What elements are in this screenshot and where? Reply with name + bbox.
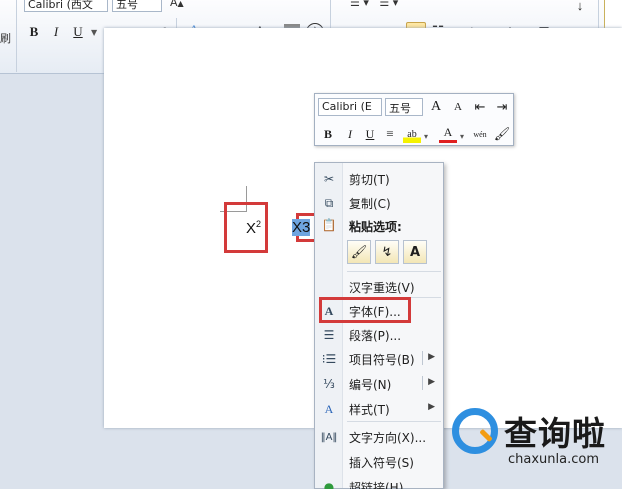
list-buttons-row[interactable]: ☰ ▾ ☰ ▾ (350, 0, 398, 9)
watermark-url: chaxunla.com (508, 452, 599, 467)
underline-button[interactable]: U (68, 22, 88, 42)
x2-base: X (246, 220, 257, 237)
mini-font-color-button[interactable]: A (439, 125, 457, 143)
menu-item-reconversion[interactable]: 汉字重选(V) (315, 275, 443, 297)
mini-decrease-indent-icon[interactable]: ⇤ (471, 98, 489, 116)
menu-split-divider (422, 351, 423, 365)
menu-separator (347, 421, 441, 422)
menu-split-divider (422, 376, 423, 390)
format-painter-label[interactable]: 刷 (0, 30, 11, 46)
submenu-arrow-icon: ▶ (428, 377, 435, 387)
menu-item-label: 编号(N) (349, 378, 392, 392)
clipboard-icon: 📋 (321, 218, 337, 232)
menu-item-copy[interactable]: ⧉ 复制(C) (315, 191, 443, 213)
mini-toolbar: Calibri (E 五号 A A ⇤ ⇥ B I U ≡ ab ▾ A ▾ w… (314, 93, 514, 146)
paste-keep-source-formatting-icon[interactable]: 🖌 (347, 240, 371, 264)
menu-separator (347, 271, 441, 272)
menu-item-numbering[interactable]: ⅓ 编号(N) ▶ (315, 372, 443, 394)
text-direction-icon: ‖A‖ (320, 431, 338, 443)
selected-text[interactable]: X3 (292, 219, 311, 236)
mini-font-size-combo[interactable]: 五号 (385, 98, 423, 116)
scissors-icon: ✂ (323, 172, 335, 186)
selected-text-sample[interactable]: X3 (292, 219, 311, 236)
menu-item-label: 项目符号(B) (349, 353, 415, 367)
search-logo-icon (452, 408, 498, 454)
mini-grow-font-button[interactable]: A (427, 98, 445, 116)
bullets-icon: ⁝☰ (321, 352, 337, 366)
menu-item-label: 段落(P)... (349, 329, 402, 343)
styles-icon: A (324, 401, 334, 416)
mini-font-name-combo[interactable]: Calibri (E (318, 98, 382, 116)
menu-item-label: 插入符号(S) (349, 456, 414, 470)
menu-item-label: 复制(C) (349, 197, 391, 211)
copy-icon: ⧉ (324, 195, 334, 210)
mini-font-color-dropdown-icon[interactable]: ▾ (460, 132, 464, 141)
menu-item-bullets[interactable]: ⁝☰ 项目符号(B) ▶ (315, 347, 443, 369)
mini-shrink-font-button[interactable]: A (449, 98, 467, 116)
x2-superscript: 2 (256, 219, 262, 229)
submenu-arrow-icon: ▶ (428, 402, 435, 412)
mini-phonetic-guide-button[interactable]: wén (471, 125, 489, 143)
menu-item-label: 超链接(H)... (349, 481, 415, 489)
font-size-combo[interactable]: 五号 (112, 0, 162, 12)
context-menu: ✂ 剪切(T) ⧉ 复制(C) 📋 粘贴选项: 🖌 ↯ A 汉字重选(V) A … (314, 162, 444, 489)
menu-item-styles[interactable]: A 样式(T) ▶ (315, 397, 443, 419)
menu-item-text-direction[interactable]: ‖A‖ 文字方向(X)... (315, 425, 443, 447)
sort-button[interactable]: ↓ (570, 0, 590, 16)
mini-format-painter-icon[interactable]: 🖌 (493, 125, 511, 143)
mini-increase-indent-icon[interactable]: ⇥ (493, 98, 511, 116)
bold-button[interactable]: B (24, 22, 44, 42)
mini-bold-button[interactable]: B (319, 125, 337, 143)
menu-item-hyperlink[interactable]: ● 超链接(H)... (315, 475, 443, 489)
font-name-combo[interactable]: Calibri (西文 (24, 0, 108, 12)
mini-underline-button[interactable]: U (361, 125, 379, 143)
paste-merge-formatting-icon[interactable]: ↯ (375, 240, 399, 264)
menu-item-label: 汉字重选(V) (349, 281, 415, 295)
globe-icon: ● (323, 480, 335, 489)
ribbon-separator (16, 0, 17, 72)
menu-item-label: 剪切(T) (349, 173, 390, 187)
highlight-box-font-menu (319, 297, 411, 323)
italic-button[interactable]: I (46, 22, 66, 42)
menu-item-paragraph[interactable]: ☰ 段落(P)... (315, 323, 443, 345)
superscript-sample[interactable]: X2 (246, 219, 261, 237)
numbering-icon: ⅓ (323, 377, 335, 391)
menu-item-cut[interactable]: ✂ 剪切(T) (315, 167, 443, 189)
mini-center-icon[interactable]: ≡ (381, 125, 399, 143)
paragraph-icon: ☰ (323, 328, 335, 342)
grow-font-button[interactable]: A▲ (170, 0, 184, 9)
menu-item-label: 文字方向(X)... (349, 431, 427, 445)
paste-options-heading: 粘贴选项: (349, 220, 402, 234)
mini-highlight-button[interactable]: ab (403, 125, 421, 143)
underline-dropdown-icon[interactable]: ▼ (91, 28, 97, 37)
watermark-brand: 查询啦 (504, 414, 606, 453)
paste-keep-text-only-button[interactable]: A (403, 240, 427, 264)
mini-italic-button[interactable]: I (341, 125, 359, 143)
mini-highlight-dropdown-icon[interactable]: ▾ (424, 132, 428, 141)
menu-item-label: 样式(T) (349, 403, 390, 417)
menu-item-insert-symbol[interactable]: 插入符号(S) (315, 450, 443, 472)
submenu-arrow-icon: ▶ (428, 352, 435, 362)
